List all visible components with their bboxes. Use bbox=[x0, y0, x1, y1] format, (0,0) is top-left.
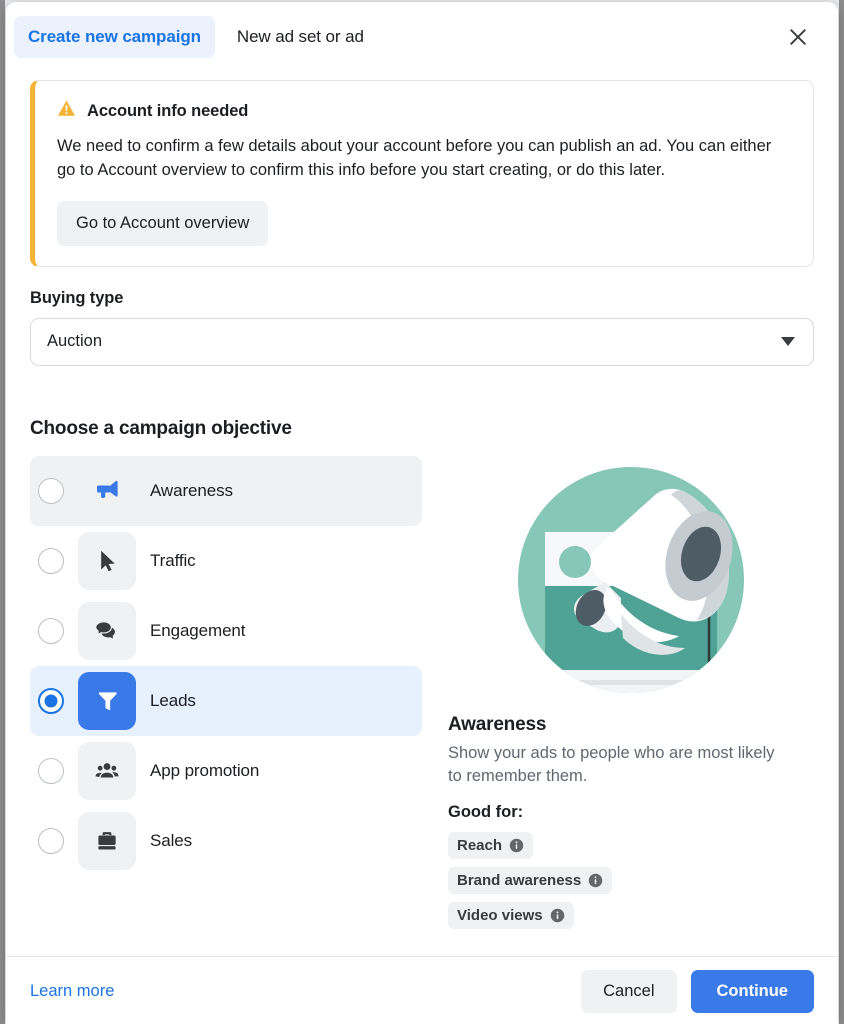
chip-reach-row: Reach bbox=[448, 831, 814, 867]
close-icon[interactable] bbox=[782, 21, 814, 53]
objective-label: Engagement bbox=[150, 620, 246, 640]
buying-type-label: Buying type bbox=[30, 288, 124, 307]
radio-app-promotion[interactable] bbox=[38, 757, 64, 784]
radio-awareness[interactable] bbox=[38, 477, 64, 504]
objective-row-app-promotion[interactable]: App promotion bbox=[30, 736, 422, 806]
dialog-footer: Learn more Cancel Continue bbox=[6, 956, 838, 1024]
objective-row-awareness[interactable]: Awareness bbox=[30, 455, 422, 526]
alert-body-text: We need to confirm a few details about y… bbox=[57, 137, 772, 180]
info-icon[interactable] bbox=[509, 838, 524, 853]
objectives-columns: Awareness Traffic Engagement Leads App p… bbox=[30, 455, 814, 937]
chip-label: Reach bbox=[457, 836, 503, 854]
chip-reach[interactable]: Reach bbox=[448, 831, 534, 859]
chevron-down-icon bbox=[781, 337, 795, 347]
warning-triangle-icon bbox=[57, 99, 76, 123]
info-icon[interactable] bbox=[588, 873, 603, 888]
chip-label: Brand awareness bbox=[457, 871, 582, 889]
objective-row-traffic[interactable]: Traffic bbox=[30, 526, 422, 596]
detail-description: Show your ads to people who are most lik… bbox=[448, 743, 775, 786]
tab-new-ad-set-or-ad[interactable]: New ad set or ad bbox=[223, 16, 378, 58]
detail-good-for-label: Good for: bbox=[448, 802, 524, 821]
objective-label: Leads bbox=[150, 690, 196, 710]
info-icon[interactable] bbox=[550, 908, 565, 923]
objective-row-sales[interactable]: Sales bbox=[30, 806, 422, 876]
create-campaign-dialog: Create new campaign New ad set or ad Acc… bbox=[6, 2, 838, 1024]
buying-type-field: Buying type Auction bbox=[30, 289, 814, 366]
buying-type-select[interactable]: Auction bbox=[30, 317, 814, 366]
objective-row-leads[interactable]: Leads bbox=[30, 665, 422, 736]
chip-video-views-row: Video views bbox=[448, 901, 814, 937]
chat-bubbles-icon bbox=[78, 601, 136, 660]
objective-label: Sales bbox=[150, 830, 193, 850]
radio-sales[interactable] bbox=[38, 827, 64, 854]
tab-create-new-campaign[interactable]: Create new campaign bbox=[14, 16, 215, 58]
cursor-icon bbox=[78, 531, 136, 590]
objective-detail-panel: Awareness Show your ads to people who ar… bbox=[434, 456, 814, 937]
objective-label: App promotion bbox=[150, 760, 260, 780]
radio-engagement[interactable] bbox=[38, 617, 64, 644]
chip-label: Video views bbox=[457, 906, 543, 924]
cancel-button[interactable]: Cancel bbox=[581, 970, 677, 1013]
dialog-body: Account info needed We need to confirm a… bbox=[6, 72, 838, 956]
continue-button[interactable]: Continue bbox=[690, 970, 814, 1013]
objectives-section-title: Choose a campaign objective bbox=[30, 417, 292, 439]
objective-label: Awareness bbox=[150, 480, 233, 500]
radio-leads[interactable] bbox=[38, 687, 64, 714]
account-info-alert: Account info needed We need to confirm a… bbox=[30, 80, 814, 267]
megaphone-illustration bbox=[513, 462, 749, 698]
chip-brand-awareness-row: Brand awareness bbox=[448, 866, 814, 902]
objective-label: Traffic bbox=[150, 550, 196, 570]
chip-brand-awareness[interactable]: Brand awareness bbox=[448, 866, 613, 894]
alert-title-row: Account info needed bbox=[57, 99, 793, 123]
go-to-account-overview-button[interactable]: Go to Account overview bbox=[57, 200, 269, 246]
detail-title: Awareness bbox=[448, 713, 547, 735]
buying-type-value: Auction bbox=[47, 332, 103, 351]
footer-buttons: Cancel Continue bbox=[581, 970, 814, 1013]
learn-more-link[interactable]: Learn more bbox=[30, 982, 114, 1001]
megaphone-icon bbox=[78, 461, 136, 520]
objective-row-engagement[interactable]: Engagement bbox=[30, 596, 422, 666]
funnel-icon bbox=[78, 671, 136, 730]
objective-list: Awareness Traffic Engagement Leads App p… bbox=[30, 455, 422, 937]
radio-traffic[interactable] bbox=[38, 547, 64, 574]
people-group-icon bbox=[78, 741, 136, 800]
dialog-header: Create new campaign New ad set or ad bbox=[6, 2, 838, 72]
alert-title: Account info needed bbox=[87, 101, 249, 120]
chip-video-views[interactable]: Video views bbox=[448, 901, 574, 929]
briefcase-icon bbox=[78, 811, 136, 870]
screen: Create new campaign New ad set or ad Acc… bbox=[0, 0, 844, 1024]
